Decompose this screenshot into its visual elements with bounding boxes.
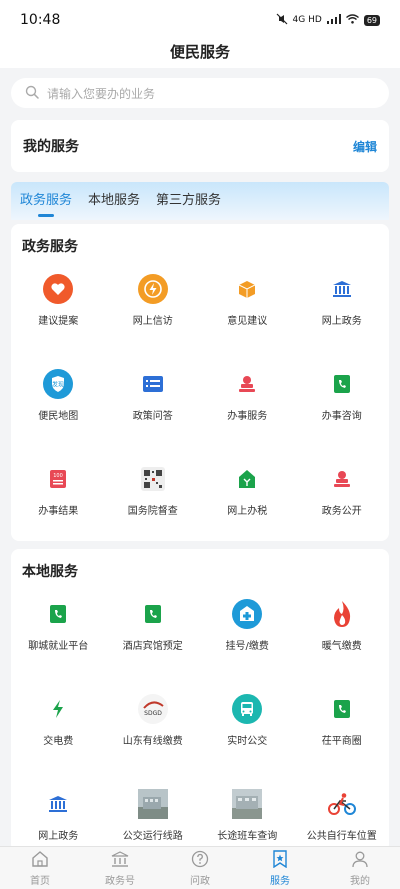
status-bar: 10:48 4G HD 69 [0,0,400,40]
phone-book-icon [138,599,168,629]
service-item-affairs[interactable]: 办事服务 [200,369,295,422]
service-item-proposal[interactable]: 建议提案 [11,274,106,327]
nav-home[interactable]: 首页 [0,847,80,889]
nav-services[interactable]: 服务 [240,847,320,889]
service-item-hospital-register[interactable]: 挂号/缴费 [200,599,295,652]
network-label: 4G HD [292,15,322,25]
edit-button[interactable]: 编辑 [353,138,377,155]
service-item-service-map[interactable]: 发现 便民地图 [11,369,106,422]
phone-book-icon [327,694,357,724]
box-icon [232,274,262,304]
battery-icon: 69 [363,14,380,26]
service-item-gov-disclosure[interactable]: 政务公开 [295,464,390,517]
phone-book-icon [43,599,73,629]
service-item-coach-query[interactable]: 长途班车查询 [200,789,295,842]
service-item-state-council[interactable]: 国务院督查 [106,464,201,517]
local-services-section: 本地服务 聊城就业平台 酒店宾馆预定 挂号/缴费 暖气缴费 交电费 SDGD 山… [11,549,389,852]
search-icon [25,85,39,102]
status-icons: 4G HD 69 [276,13,380,28]
svg-text:100: 100 [53,473,63,479]
signal-icon [326,13,341,27]
result-icon: 100 [43,464,73,494]
service-item-online-gov-local[interactable]: 网上政务 [11,789,106,842]
tax-icon [232,464,262,494]
search-area: 请输入您要办的业务 [0,68,400,116]
person-icon [351,850,369,872]
stamp-icon [232,369,262,399]
stamp-icon [327,464,357,494]
tab-gov-services[interactable]: 政务服务 [20,182,72,220]
lightning-icon [137,274,168,304]
tab-third-party-services[interactable]: 第三方服务 [156,182,221,220]
service-item-cable-tv[interactable]: SDGD 山东有线缴费 [106,694,201,747]
nav-gov-accounts[interactable]: 政务号 [80,847,160,889]
service-item-realtime-bus[interactable]: 实时公交 [200,694,295,747]
building-icon [111,850,129,872]
service-item-public-bike[interactable]: 公共自行车位置 [295,789,390,842]
section-title: 政务服务 [22,239,78,255]
service-item-electricity[interactable]: 交电费 [11,694,106,747]
service-item-hotel[interactable]: 酒店宾馆预定 [106,599,201,652]
service-item-online-gov[interactable]: 网上政务 [295,274,390,327]
service-item-feedback[interactable]: 意见建议 [200,274,295,327]
mute-icon [276,13,288,28]
nav-mine[interactable]: 我的 [320,847,400,889]
list-icon [138,369,168,399]
my-services-card: 我的服务 编辑 [11,120,389,172]
gov-services-section: 政务服务 建议提案 网上信访 意见建议 网上政务 发现 便民地图 政策问答 办事… [11,224,389,541]
service-item-employment[interactable]: 聊城就业平台 [11,599,106,652]
nav-inquiry[interactable]: 问政 [160,847,240,889]
service-item-heating[interactable]: 暖气缴费 [295,599,390,652]
svg-text:发现: 发现 [52,381,64,389]
page-title: 便民服务 [0,40,400,68]
service-item-policy-qa[interactable]: 政策问答 [106,369,201,422]
service-star-icon [271,849,289,872]
section-title: 本地服务 [22,564,78,580]
cable-tv-logo-icon: SDGD [137,694,168,724]
local-services-grid: 聊城就业平台 酒店宾馆预定 挂号/缴费 暖气缴费 交电费 SDGD 山东有线缴费… [11,599,389,842]
service-item-petition[interactable]: 网上信访 [106,274,201,327]
service-item-chiping-business[interactable]: 茌平商圈 [295,694,390,747]
status-time: 10:48 [20,12,61,28]
qrcode-icon [138,464,168,494]
bus-icon [232,694,263,724]
service-item-consult[interactable]: 办事咨询 [295,369,390,422]
photo-icon [232,789,263,819]
search-input[interactable]: 请输入您要办的业务 [11,78,389,108]
government-icon [43,789,73,819]
home-icon [31,850,49,872]
question-icon [191,850,209,872]
heart-icon [43,274,74,304]
gov-services-grid: 建议提案 网上信访 意见建议 网上政务 发现 便民地图 政策问答 办事服务 办事… [11,274,389,517]
government-icon [327,274,357,304]
service-item-bus-routes[interactable]: 公交运行线路 [106,789,201,842]
flame-icon [327,599,357,629]
phone-book-icon [327,369,357,399]
search-placeholder: 请输入您要办的业务 [47,86,156,101]
svg-text:SDGD: SDGD [144,710,162,717]
service-tabs: 政务服务 本地服务 第三方服务 [11,182,389,220]
map-shield-icon: 发现 [43,369,74,399]
hospital-icon [232,599,263,629]
photo-icon [137,789,168,819]
tab-local-services[interactable]: 本地服务 [88,182,140,220]
wifi-icon [345,13,359,27]
service-item-online-tax[interactable]: 网上办税 [200,464,295,517]
service-item-result[interactable]: 100 办事结果 [11,464,106,517]
bicycle-icon [327,789,357,819]
my-services-title: 我的服务 [23,139,79,155]
bottom-nav: 首页 政务号 问政 服务 我的 [0,846,400,889]
bolt-icon [43,694,73,724]
